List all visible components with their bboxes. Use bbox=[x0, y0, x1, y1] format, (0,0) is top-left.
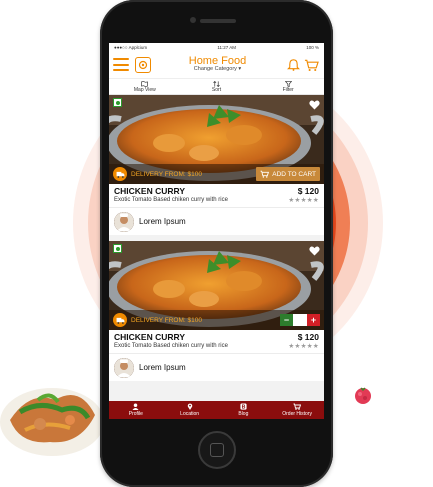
cart-icon bbox=[293, 403, 302, 411]
quantity-value bbox=[293, 314, 307, 326]
veg-badge bbox=[113, 244, 122, 253]
menu-button[interactable] bbox=[113, 58, 129, 71]
filter-button[interactable]: Filter bbox=[252, 79, 324, 94]
map-icon bbox=[141, 80, 149, 87]
carrier-label: ●●●○○ Applcium bbox=[114, 44, 148, 50]
nav-order-history[interactable]: Order History bbox=[270, 401, 324, 419]
food-image: DELIVERY FROM: $100 − + bbox=[109, 241, 324, 330]
food-card[interactable]: DELIVERY FROM: $100 − + CHICKEN CURRY $ … bbox=[109, 241, 324, 381]
veg-badge bbox=[113, 98, 122, 107]
dish-name: CHICKEN CURRY bbox=[114, 332, 185, 342]
home-button[interactable] bbox=[198, 431, 236, 469]
sort-icon bbox=[213, 80, 220, 87]
favorite-button[interactable] bbox=[309, 97, 320, 115]
clock: 11:27 AM bbox=[217, 44, 237, 50]
decrease-quantity-button[interactable]: − bbox=[280, 314, 293, 326]
blog-icon: B bbox=[240, 403, 247, 410]
filter-label: Filter bbox=[282, 86, 294, 93]
delivery-truck-icon bbox=[113, 167, 127, 181]
cart-icon bbox=[304, 59, 319, 71]
dish-price: $ 120 bbox=[297, 186, 319, 196]
dish-info: CHICKEN CURRY $ 120 Exotic Tomato Based … bbox=[109, 184, 324, 208]
delivery-fee-text: DELIVERY FROM: $100 bbox=[131, 316, 202, 324]
delivery-fee-text: DELIVERY FROM: $100 bbox=[131, 170, 202, 178]
increase-quantity-button[interactable]: + bbox=[307, 314, 320, 326]
view-toolbar: Map View Sort Filter bbox=[109, 79, 324, 95]
map-view-button[interactable]: Map View bbox=[109, 79, 181, 94]
filter-icon bbox=[284, 80, 292, 87]
sort-label: Sort bbox=[211, 86, 222, 93]
chef-name: Lorem Ipsum bbox=[139, 363, 186, 372]
earpiece-speaker bbox=[200, 19, 236, 23]
quantity-stepper[interactable]: − + bbox=[280, 314, 320, 326]
nav-blog[interactable]: B Blog bbox=[217, 401, 271, 419]
food-image: DELIVERY FROM: $100 ADD TO CART bbox=[109, 95, 324, 184]
star-rating[interactable]: ★★★★★ bbox=[288, 196, 319, 204]
cart-icon bbox=[260, 170, 270, 178]
app-header: Home Food Change Category ▾ bbox=[109, 51, 324, 79]
bottom-navigation: Profile Location B Blog Order History bbox=[109, 401, 324, 419]
nav-blog-label: Blog bbox=[238, 410, 249, 417]
add-to-cart-label: ADD TO CART bbox=[272, 170, 316, 178]
dish-name: CHICKEN CURRY bbox=[114, 186, 185, 196]
chef-row[interactable]: Lorem Ipsum bbox=[109, 354, 324, 381]
nav-order-history-label: Order History bbox=[282, 410, 312, 417]
delivery-truck-icon bbox=[113, 313, 127, 327]
dish-price: $ 120 bbox=[297, 332, 319, 342]
salad-dish-image bbox=[0, 388, 104, 456]
location-pin-icon bbox=[187, 403, 192, 411]
heart-icon bbox=[309, 246, 320, 256]
avatar bbox=[114, 357, 134, 378]
nav-location-label: Location bbox=[180, 410, 200, 417]
favorite-button[interactable] bbox=[309, 243, 320, 261]
add-to-cart-button[interactable]: ADD TO CART bbox=[256, 167, 320, 181]
change-category-dropdown[interactable]: Change Category ▾ bbox=[151, 67, 284, 73]
svg-text:B: B bbox=[241, 405, 245, 410]
dish-description: Exotic Tomato Based chiken curry with ri… bbox=[114, 197, 228, 203]
app-logo bbox=[135, 56, 151, 73]
sort-button[interactable]: Sort bbox=[181, 79, 253, 94]
map-view-label: Map View bbox=[133, 86, 156, 93]
battery-level: 100 % bbox=[306, 44, 319, 50]
front-camera bbox=[190, 17, 196, 23]
nav-location[interactable]: Location bbox=[163, 401, 217, 419]
star-rating[interactable]: ★★★★★ bbox=[288, 342, 319, 350]
nav-profile-label: Profile bbox=[128, 410, 143, 417]
bell-icon bbox=[286, 59, 300, 71]
phone-frame: ●●●○○ Applcium 11:27 AM 100 % Home Food … bbox=[100, 0, 333, 487]
heart-icon bbox=[309, 100, 320, 110]
chef-name: Lorem Ipsum bbox=[139, 217, 186, 226]
app-screen: ●●●○○ Applcium 11:27 AM 100 % Home Food … bbox=[109, 43, 324, 419]
avatar bbox=[114, 211, 134, 232]
dish-description: Exotic Tomato Based chiken curry with ri… bbox=[114, 343, 228, 349]
nav-profile[interactable]: Profile bbox=[109, 401, 163, 419]
notification-button[interactable] bbox=[284, 56, 302, 74]
raspberry-image bbox=[355, 387, 371, 404]
food-card[interactable]: DELIVERY FROM: $100 ADD TO CART CHICKEN … bbox=[109, 95, 324, 235]
chef-row[interactable]: Lorem Ipsum bbox=[109, 208, 324, 235]
delivery-bar: DELIVERY FROM: $100 ADD TO CART bbox=[109, 164, 324, 184]
status-bar: ●●●○○ Applcium 11:27 AM 100 % bbox=[109, 43, 324, 51]
dish-info: CHICKEN CURRY $ 120 Exotic Tomato Based … bbox=[109, 330, 324, 354]
user-icon bbox=[132, 403, 139, 411]
delivery-bar: DELIVERY FROM: $100 − + bbox=[109, 310, 324, 330]
cart-button[interactable] bbox=[302, 56, 320, 74]
